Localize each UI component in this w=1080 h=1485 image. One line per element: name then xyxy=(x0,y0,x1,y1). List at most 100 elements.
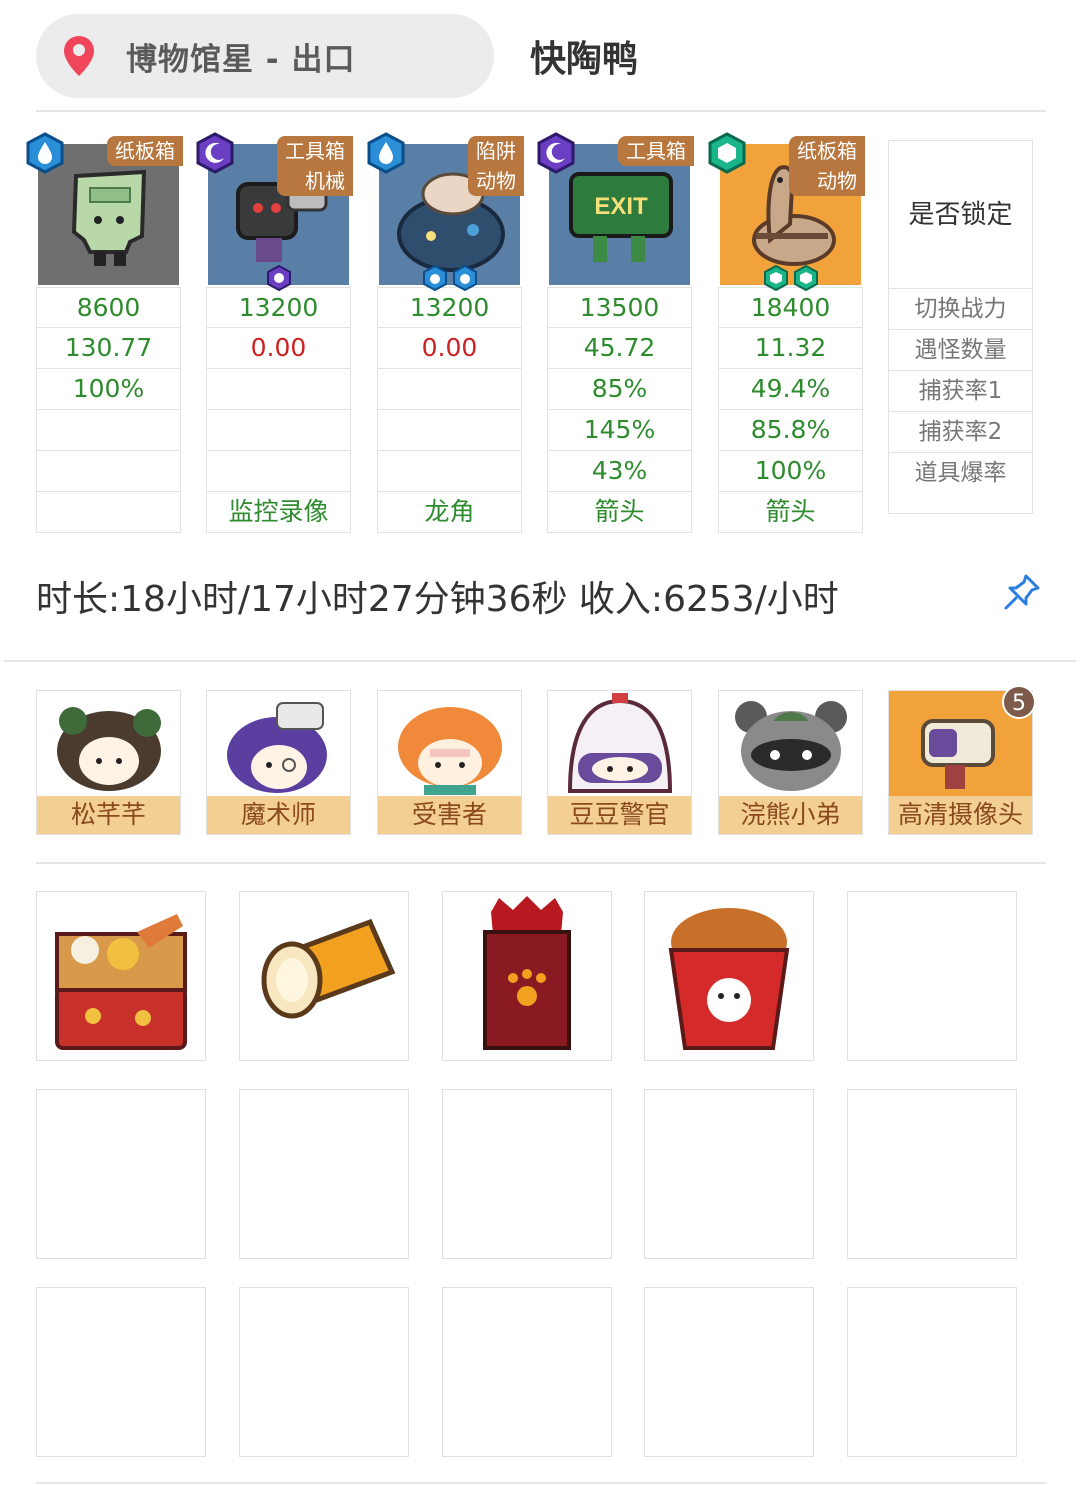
location-label: 博物馆星 - 出口 xyxy=(126,41,356,78)
monster-ratio: 130.77 xyxy=(36,328,181,369)
target-monster-name: 快陶鸭 xyxy=(530,39,639,80)
item-slot[interactable] xyxy=(847,1287,1017,1457)
blue-rank-icon xyxy=(367,132,405,174)
item-slot[interactable] xyxy=(36,1089,206,1259)
item-slot[interactable] xyxy=(644,891,814,1061)
divider xyxy=(36,1482,1046,1484)
monster-column[interactable]: 纸板箱 动物 18400 11.32 49.4% 85.8% 100% 箭头 xyxy=(708,132,865,533)
divider xyxy=(36,110,1046,112)
monster-column[interactable]: 纸板箱 8600 130.77 100% xyxy=(26,132,183,533)
monster-column[interactable]: EXIT 工具箱 13500 45.72 85% 145% 43% 箭头 xyxy=(537,132,694,533)
catch-rate-2 xyxy=(36,410,181,451)
team-member-name: 松芊芊 xyxy=(37,796,180,834)
catch-rate-1: 100% xyxy=(36,369,181,410)
catch-rate-1: 85% xyxy=(547,369,692,410)
monster-ratio: 11.32 xyxy=(718,328,863,369)
monster-card[interactable]: 工具箱 机械 xyxy=(196,132,353,291)
label-catch-rate-1: 捕获率1 xyxy=(889,371,1032,412)
item-slot[interactable] xyxy=(239,1089,409,1259)
fried-chicken-bucket-icon xyxy=(668,908,790,1050)
drop-rate xyxy=(206,451,351,492)
magician-avatar-icon xyxy=(227,702,327,793)
pine-girl-avatar-icon xyxy=(57,707,161,791)
monster-card[interactable]: EXIT 工具箱 xyxy=(537,132,694,287)
monster-card[interactable]: 纸板箱 动物 xyxy=(708,132,865,291)
team-member-card[interactable]: 高清摄像头 5 xyxy=(888,685,1036,835)
lock-toggle[interactable]: 是否锁定 xyxy=(889,141,1032,289)
team-member-name: 豆豆警官 xyxy=(548,796,691,834)
monster-card[interactable]: 陷阱 动物 xyxy=(367,132,524,291)
purple-gem-icon xyxy=(266,265,291,291)
location-selector[interactable]: 博物馆星 - 出口 xyxy=(36,14,494,98)
blue-gem-icon xyxy=(452,265,477,291)
label-drop-rate: 道具爆率 xyxy=(914,460,1007,486)
drop-rate xyxy=(377,451,522,492)
item-slot[interactable] xyxy=(442,1287,612,1457)
flashlight-icon xyxy=(261,918,396,1019)
monster-power: 8600 xyxy=(36,287,181,328)
purple-rank-icon xyxy=(537,132,575,174)
catch-rate-1 xyxy=(206,369,351,410)
catch-rate-2: 85.8% xyxy=(718,410,863,451)
catch-rate-2 xyxy=(206,410,351,451)
team-member-card[interactable]: 松芊芊 xyxy=(36,690,181,835)
drop-item xyxy=(36,492,181,533)
police-officer-avatar-icon xyxy=(567,693,673,793)
monster-type-tag: 工具箱 xyxy=(618,136,694,166)
item-slot[interactable] xyxy=(644,1287,814,1457)
drop-item: 龙角 xyxy=(377,492,522,533)
team-member-card[interactable]: 魔术师 xyxy=(206,690,351,835)
team-member-card[interactable]: 豆豆警官 xyxy=(547,690,692,835)
item-slot[interactable] xyxy=(36,891,206,1061)
monster-ratio: 45.72 xyxy=(547,328,692,369)
catch-rate-2: 145% xyxy=(547,410,692,451)
item-slot[interactable] xyxy=(847,891,1017,1061)
item-slot[interactable] xyxy=(442,891,612,1061)
monster-type-tag: 陷阱 动物 xyxy=(468,136,524,196)
blue-rank-icon xyxy=(26,132,64,174)
item-slot[interactable] xyxy=(847,1089,1017,1259)
monster-type-tag: 纸板箱 动物 xyxy=(789,136,865,196)
monster-ratio: 0.00 xyxy=(206,328,351,369)
label-power: 切换战力 xyxy=(889,289,1032,330)
stat-labels-column: 是否锁定 切换战力 遇怪数量 捕获率1 捕获率2 道具爆率 xyxy=(888,140,1033,514)
divider xyxy=(4,660,1076,662)
monster-column[interactable]: 工具箱 机械 13200 0.00 监控录像 xyxy=(196,132,353,533)
monster-type-tag: 纸板箱 xyxy=(107,136,183,166)
monster-type-tag: 工具箱 机械 xyxy=(277,136,353,196)
team-member-name: 魔术师 xyxy=(207,796,350,834)
svg-text:EXIT: EXIT xyxy=(594,193,648,220)
team-member-name: 受害者 xyxy=(378,796,521,834)
drop-rate: 100% xyxy=(718,451,863,492)
label-catch-rate-2: 捕获率2 xyxy=(889,412,1032,453)
green-gem-icon xyxy=(763,265,788,291)
drop-item: 箭头 xyxy=(718,492,863,533)
team-member-card[interactable]: 受害者 xyxy=(377,690,522,835)
divider xyxy=(36,862,1046,864)
monster-ratio: 0.00 xyxy=(377,328,522,369)
item-slot[interactable] xyxy=(239,891,409,1061)
item-slot[interactable] xyxy=(36,1287,206,1457)
drop-item: 监控录像 xyxy=(206,492,351,533)
item-slot[interactable] xyxy=(239,1287,409,1457)
monster-power: 13200 xyxy=(206,287,351,328)
victim-avatar-icon xyxy=(398,707,502,795)
bento-box-icon xyxy=(55,914,187,1050)
pin-icon[interactable] xyxy=(1002,572,1042,612)
team-member-card[interactable]: 浣熊小弟 xyxy=(718,690,863,835)
monster-column[interactable]: 陷阱 动物 13200 0.00 龙角 xyxy=(367,132,524,533)
green-gem-icon xyxy=(793,265,818,291)
location-pin-icon xyxy=(64,36,94,76)
monster-card[interactable]: 纸板箱 xyxy=(26,132,183,287)
item-slot[interactable] xyxy=(644,1089,814,1259)
item-slot[interactable] xyxy=(442,1089,612,1259)
drop-rate: 43% xyxy=(547,451,692,492)
team-member-name: 浣熊小弟 xyxy=(719,796,862,834)
label-count: 遇怪数量 xyxy=(889,330,1032,371)
monster-power: 13500 xyxy=(547,287,692,328)
monster-power: 18400 xyxy=(718,287,863,328)
pet-food-bag-icon xyxy=(483,896,571,1050)
catch-rate-1 xyxy=(377,369,522,410)
raccoon-avatar-icon xyxy=(735,701,847,791)
team-member-name: 高清摄像头 xyxy=(889,796,1032,834)
